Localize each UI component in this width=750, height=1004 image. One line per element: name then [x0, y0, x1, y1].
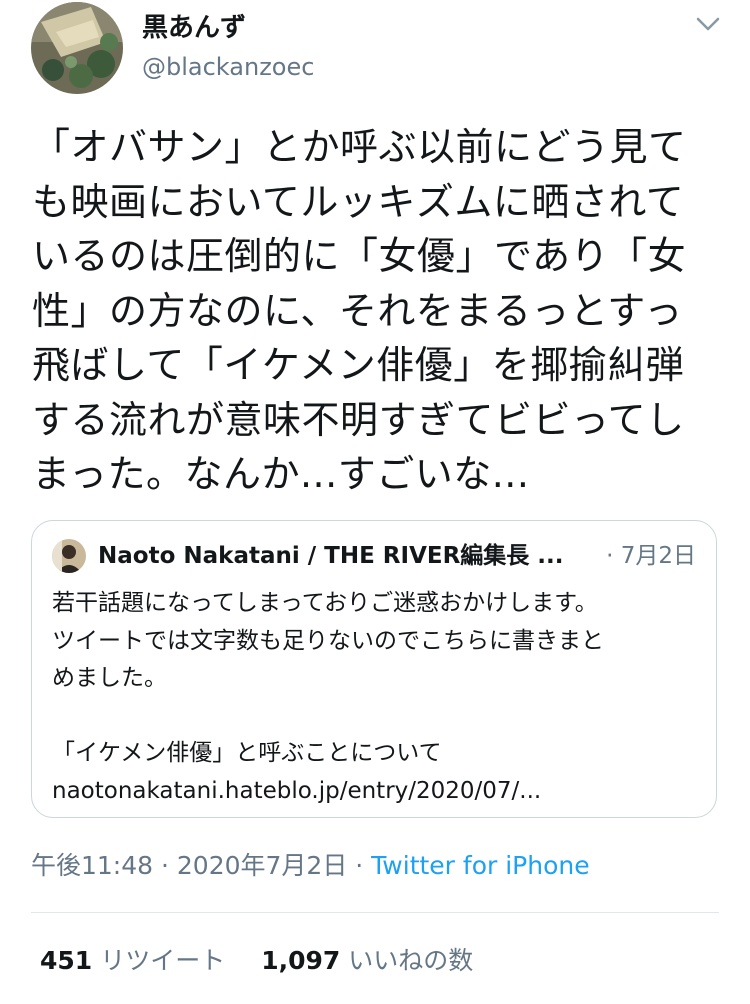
quoted-tweet-date: · 7月2日 — [606, 543, 696, 569]
tweet-line: 飛ばして「イケメン俳優」を揶揄糾弾 — [32, 343, 685, 387]
tweet-line: する流れが意味不明すぎてビビってし — [32, 397, 685, 442]
quoted-tweet-card[interactable]: Naoto Nakatani / THE RIVER編集長 ... · 7月2日… — [31, 520, 717, 818]
timestamp: 午後11:48 · 2020年7月2日 · — [31, 851, 372, 880]
avatar[interactable] — [31, 2, 123, 94]
retweets-stat[interactable]: 451 リツイート — [40, 946, 225, 975]
tweet-line: 性」の方なのに、それをまるっとすっ — [32, 288, 683, 333]
quoted-link: naotonakatani.hateblo.jp/entry/2020/07/.… — [52, 777, 542, 804]
likes-stat[interactable]: 1,097 いいねの数 — [261, 946, 473, 975]
tweet-line: 「オバサン」とか呼ぶ以前にどう見て — [32, 125, 687, 169]
author-display-name[interactable]: 黒あんず — [142, 12, 246, 44]
source-link[interactable]: Twitter for iPhone — [371, 851, 589, 880]
quoted-tweet-text: 若干話題になってしまっておりご迷惑おかけします。 ツイートでは文字数も足りないの… — [52, 585, 702, 810]
author-handle[interactable]: @blackanzoec — [142, 52, 314, 82]
quoted-line: めました。 — [52, 665, 167, 691]
retweets-count: 451 — [40, 946, 93, 975]
quoted-line — [52, 698, 702, 736]
tweet-meta: 午後11:48 · 2020年7月2日 · Twitter for iPhone — [31, 849, 590, 883]
retweets-label: リツイート — [100, 946, 226, 975]
quoted-author-avatar — [52, 539, 86, 573]
tweet-header: 黒あんず @blackanzoec — [0, 0, 750, 110]
tweet-line: も映画においてルッキズムに晒されて — [32, 179, 685, 224]
quoted-line: ツイートでは文字数も足りないのでこちらに書きまと — [52, 627, 604, 654]
quoted-author-name: Naoto Nakatani / THE RIVER編集長 ... — [98, 543, 564, 569]
tweet-line: いるのは圧倒的に「女優」であり「女 — [32, 234, 687, 278]
quoted-line: 若干話題になってしまっておりご迷惑おかけします。 — [52, 590, 598, 616]
chevron-down-icon[interactable] — [690, 10, 726, 38]
quoted-line: 「イケメン俳優」と呼ぶことについて — [52, 740, 442, 766]
tweet-text: 「オバサン」とか呼ぶ以前にどう見て も映画においてルッキズムに晒されて いるのは… — [32, 120, 722, 502]
tweet-stats: 451 リツイート 1,097 いいねの数 — [40, 944, 473, 978]
divider — [31, 912, 719, 913]
tweet-line: まった。なんか...すごいな... — [32, 452, 530, 496]
likes-count: 1,097 — [261, 946, 341, 975]
likes-label: いいねの数 — [348, 946, 474, 975]
